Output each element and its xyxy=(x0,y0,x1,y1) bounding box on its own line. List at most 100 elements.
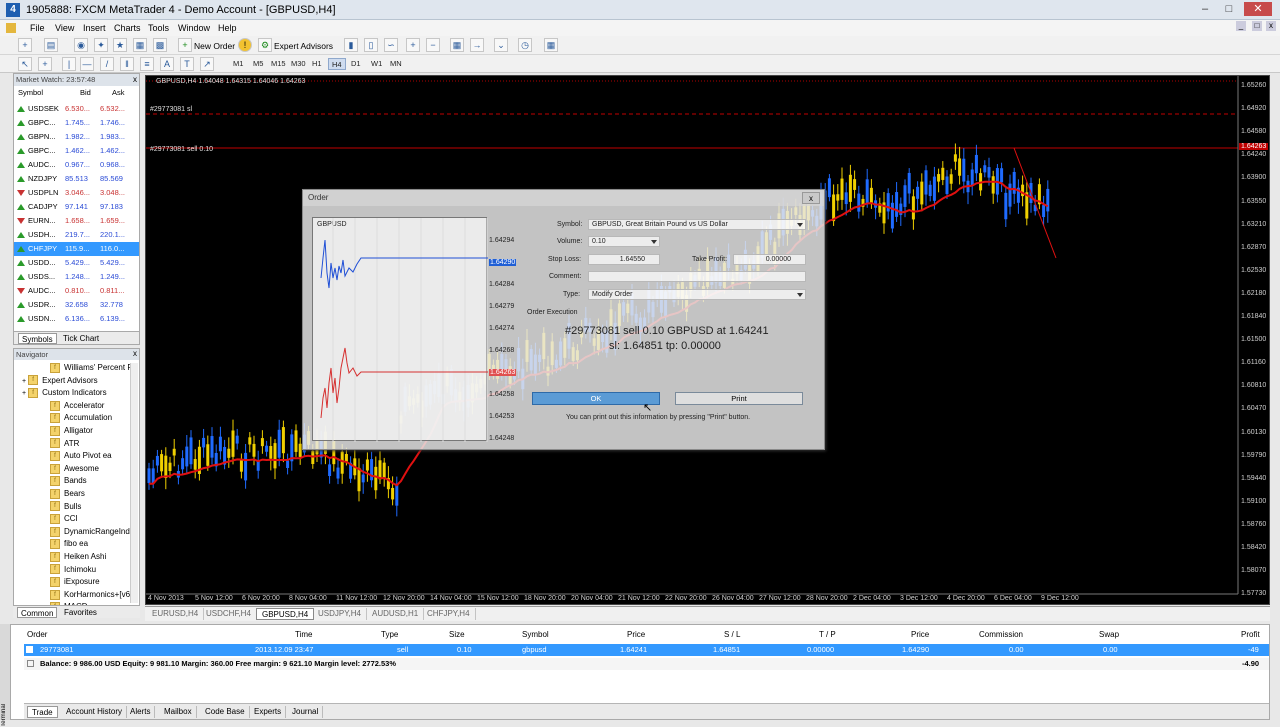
channel-icon[interactable]: ‖ xyxy=(120,57,134,71)
tab-tick-chart[interactable]: Tick Chart xyxy=(60,333,102,344)
symbol-select[interactable]: GBPUSD, Great Britain Pound vs US Dollar xyxy=(588,219,806,230)
navigator-item[interactable]: f CCI xyxy=(50,513,78,525)
mdi-minimize-icon[interactable]: _ xyxy=(1236,21,1246,31)
col-bid[interactable]: Bid xyxy=(80,88,91,99)
col-order[interactable]: Order xyxy=(27,630,47,639)
metaeditor-icon[interactable]: ! xyxy=(238,38,252,52)
periods-icon[interactable]: ◷ xyxy=(518,38,532,52)
profiles-icon[interactable]: ▤ xyxy=(44,38,58,52)
volume-select[interactable]: 0.10 xyxy=(588,236,660,247)
timeframe-m1[interactable]: M1 xyxy=(230,58,246,70)
trendline-icon[interactable]: / xyxy=(100,57,114,71)
col-price[interactable]: Price xyxy=(627,630,645,639)
menu-view[interactable]: View xyxy=(55,23,74,33)
navigator-item[interactable]: f Alligator xyxy=(50,425,93,437)
navigator-item[interactable]: f Auto Pivot ea xyxy=(50,450,112,462)
crosshair-icon[interactable]: + xyxy=(38,57,52,71)
market-watch-icon[interactable]: ◉ xyxy=(74,38,88,52)
navigator-item[interactable]: f Accumulation xyxy=(50,412,112,424)
list-item[interactable]: USDSEK 6.530... 6.532... xyxy=(14,102,139,116)
type-select[interactable]: Modify Order xyxy=(588,289,806,300)
tab-journal[interactable]: Journal xyxy=(288,706,324,718)
timeframe-w1[interactable]: W1 xyxy=(368,58,385,70)
expert-advisors-button[interactable]: Expert Advisors xyxy=(274,41,333,51)
new-chart-icon[interactable]: + xyxy=(18,38,32,52)
col-price-current[interactable]: Price xyxy=(911,630,929,639)
menu-insert[interactable]: Insert xyxy=(83,23,106,33)
autoscroll-icon[interactable]: → xyxy=(470,38,484,52)
chart-tab[interactable]: AUDUSD,H1 xyxy=(367,608,425,620)
maximize-icon[interactable]: □ xyxy=(1220,2,1238,16)
navigator-item[interactable]: f iExposure xyxy=(50,576,100,588)
timeframe-m30[interactable]: M30 xyxy=(288,58,309,70)
ok-button[interactable]: OK xyxy=(532,392,660,405)
tile-windows-icon[interactable]: ▦ xyxy=(450,38,464,52)
tab-symbols[interactable]: Symbols xyxy=(18,333,57,344)
expand-icon[interactable]: + xyxy=(22,390,26,397)
col-tp[interactable]: T / P xyxy=(819,630,836,639)
zoom-in-icon[interactable]: + xyxy=(406,38,420,52)
expand-icon[interactable]: + xyxy=(22,378,26,385)
menu-help[interactable]: Help xyxy=(218,23,237,33)
tab-trade[interactable]: Trade xyxy=(27,706,58,718)
list-item[interactable]: USDD... 5.429... 5.429... xyxy=(14,256,139,270)
timeframe-m5[interactable]: M5 xyxy=(250,58,266,70)
navigator-scrollbar[interactable] xyxy=(130,363,138,603)
navigator-item[interactable]: f fibo ea xyxy=(50,538,88,550)
list-item[interactable]: AUDC... 0.967... 0.968... xyxy=(14,158,139,172)
close-icon[interactable]: ✕ xyxy=(1244,2,1272,16)
stop-loss-input[interactable]: 1.64550 xyxy=(588,254,660,265)
col-sl[interactable]: S / L xyxy=(724,630,740,639)
minimize-icon[interactable]: – xyxy=(1196,2,1214,16)
list-item[interactable]: USDN... 6.136... 6.139... xyxy=(14,312,139,326)
fibonacci-icon[interactable]: ≡ xyxy=(140,57,154,71)
list-item[interactable]: NZDJPY 85.513 85.569 xyxy=(14,172,139,186)
tab-account-history[interactable]: Account History xyxy=(62,706,128,718)
navigator-item[interactable]: f Ichimoku xyxy=(50,564,96,576)
close-icon[interactable]: x xyxy=(133,75,137,84)
chart-tab[interactable]: USDJPY,H4 xyxy=(313,608,367,620)
navigator-item[interactable]: f Williams' Percent R xyxy=(50,362,133,374)
list-item[interactable]: GBPN... 1.982... 1.983... xyxy=(14,130,139,144)
expert-advisors-icon[interactable]: ⚙ xyxy=(258,38,272,52)
text-icon[interactable]: A xyxy=(160,57,174,71)
timeframe-m15[interactable]: M15 xyxy=(268,58,289,70)
tab-experts[interactable]: Experts xyxy=(250,706,287,718)
list-item[interactable]: USDS... 1.248... 1.249... xyxy=(14,270,139,284)
list-item[interactable]: USDPLN 3.046... 3.048... xyxy=(14,186,139,200)
list-item[interactable]: USDR... 32.658 32.778 xyxy=(14,298,139,312)
col-ask[interactable]: Ask xyxy=(112,88,125,99)
tab-common[interactable]: Common xyxy=(17,607,58,618)
navigator-item[interactable]: f Bands xyxy=(50,475,87,487)
take-profit-input[interactable]: 0.00000 xyxy=(733,254,806,265)
navigator-item[interactable]: + f Expert Advisors xyxy=(22,375,98,387)
tab-code-base[interactable]: Code Base xyxy=(201,706,250,718)
tester-icon[interactable]: ▩ xyxy=(153,38,167,52)
chart-tab[interactable]: CHFJPY,H4 xyxy=(422,608,476,620)
tab-mailbox[interactable]: Mailbox xyxy=(160,706,197,718)
navigator-icon[interactable]: ★ xyxy=(113,38,127,52)
col-time[interactable]: Time xyxy=(295,630,312,639)
line-chart-icon[interactable]: ∽ xyxy=(384,38,398,52)
table-row[interactable]: 29773081 2013.12.09 23:47 sell 0.10 gbpu… xyxy=(24,644,1269,656)
chart-tab[interactable]: USDCHF,H4 xyxy=(201,608,257,620)
col-size[interactable]: Size xyxy=(449,630,465,639)
timeframe-mn[interactable]: MN xyxy=(387,58,405,70)
comment-input[interactable] xyxy=(588,271,806,282)
navigator-item[interactable]: f Bears xyxy=(50,488,85,500)
col-type[interactable]: Type xyxy=(381,630,398,639)
candlestick-icon[interactable]: ▯ xyxy=(364,38,378,52)
text-label-icon[interactable]: T xyxy=(180,57,194,71)
list-item[interactable]: GBPC... 1.745... 1.746... xyxy=(14,116,139,130)
list-item[interactable]: CADJPY 97.141 97.183 xyxy=(14,200,139,214)
menu-file[interactable]: File xyxy=(30,23,45,33)
mdi-restore-icon[interactable]: □ xyxy=(1252,21,1262,31)
navigator-item[interactable]: f Heiken Ashi xyxy=(50,551,106,563)
chart-tab[interactable]: EURUSD,H4 xyxy=(147,608,205,620)
navigator-item[interactable]: f ATR xyxy=(50,438,79,450)
terminal-icon[interactable]: ▦ xyxy=(133,38,147,52)
chart-tab[interactable]: GBPUSD,H4 xyxy=(256,608,315,620)
list-item[interactable]: USDH... 219.7... 220.1... xyxy=(14,228,139,242)
list-item[interactable]: CHFJPY 115.9... 116.0... xyxy=(14,242,139,256)
col-profit[interactable]: Profit xyxy=(1241,630,1260,639)
